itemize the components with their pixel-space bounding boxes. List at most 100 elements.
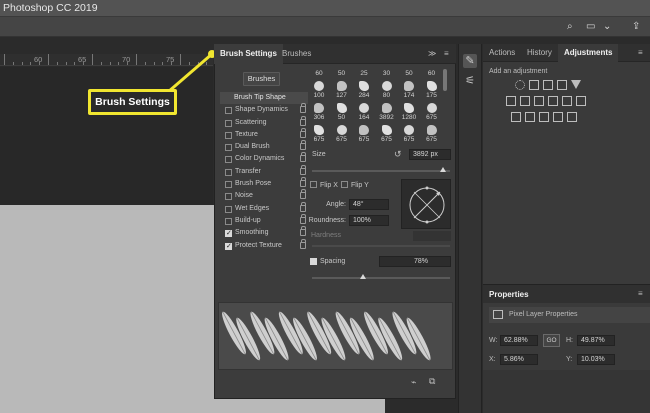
spacing-slider-track[interactable] xyxy=(312,277,450,279)
brush-tip[interactable]: 175 xyxy=(421,79,443,102)
option-checkbox[interactable] xyxy=(225,131,232,139)
brush-tip[interactable]: 3892 xyxy=(376,101,398,124)
brush-tip[interactable]: 100 xyxy=(308,79,330,102)
option-checkbox[interactable] xyxy=(225,181,232,189)
brush-tip[interactable]: 675 xyxy=(398,123,420,146)
option-checkbox[interactable] xyxy=(225,228,232,240)
lock-icon[interactable] xyxy=(300,115,306,126)
brush-grid-scrollbar[interactable] xyxy=(443,69,447,91)
angle-roundness-widget[interactable] xyxy=(401,179,451,229)
option-checkbox[interactable] xyxy=(225,168,232,176)
brush-tip[interactable]: 675 xyxy=(331,123,353,146)
angle-field[interactable]: 48° xyxy=(349,199,389,210)
option-checkbox[interactable] xyxy=(225,119,232,127)
tab-brush-settings[interactable]: Brush Settings xyxy=(214,44,283,64)
angle-dial[interactable] xyxy=(402,180,452,230)
color-balance-icon[interactable] xyxy=(520,96,530,106)
brush-tip[interactable]: 675 xyxy=(308,123,330,146)
flip-y-checkbox[interactable] xyxy=(341,181,348,188)
option-checkbox[interactable] xyxy=(225,107,232,115)
brushes-button[interactable]: Brushes xyxy=(243,72,280,86)
width-field[interactable]: 62.88% xyxy=(500,335,538,346)
flip-x-checkbox[interactable] xyxy=(310,181,317,188)
roundness-field[interactable]: 100% xyxy=(349,215,389,226)
option-checkbox[interactable] xyxy=(225,144,232,152)
reset-size-icon[interactable]: ↺ xyxy=(394,149,402,160)
tab-brushes[interactable]: Brushes xyxy=(276,44,317,64)
gradient-map-icon[interactable] xyxy=(553,112,563,122)
lock-icon[interactable] xyxy=(300,140,306,151)
option-checkbox[interactable] xyxy=(225,217,232,225)
brush-tip[interactable]: 675 xyxy=(376,123,398,146)
lock-icon[interactable] xyxy=(300,189,306,200)
spacing-field[interactable]: 78% xyxy=(379,256,451,267)
brush-option-item[interactable]: Brush Pose xyxy=(220,177,308,190)
y-field[interactable]: 10.03% xyxy=(577,354,615,365)
brush-tip[interactable]: 675 xyxy=(421,101,443,124)
lock-icon[interactable] xyxy=(300,127,306,138)
brush-toggle-icon[interactable]: ⌁ xyxy=(411,377,416,388)
brush-option-item[interactable]: Scattering xyxy=(220,115,308,129)
panel-menu-icon[interactable]: ≡ xyxy=(444,49,449,58)
curves-icon[interactable] xyxy=(543,80,553,90)
brightness-icon[interactable] xyxy=(515,80,525,90)
brush-option-item[interactable]: Color Dynamics xyxy=(220,152,308,165)
brush-tip[interactable]: 284 xyxy=(353,79,375,102)
brush-tip[interactable]: 675 xyxy=(421,123,443,146)
tab-adjustments[interactable]: Adjustments xyxy=(558,44,619,62)
option-checkbox[interactable] xyxy=(225,241,232,253)
brush-option-item[interactable]: Transfer xyxy=(220,164,308,178)
lock-icon[interactable] xyxy=(300,164,306,175)
threshold-icon[interactable] xyxy=(539,112,549,122)
link-dimensions-button[interactable]: GO xyxy=(543,334,560,347)
brush-tip[interactable]: 675 xyxy=(353,123,375,146)
brush-tip[interactable]: 1280 xyxy=(398,101,420,124)
new-brush-icon[interactable]: ⧉ xyxy=(429,376,435,387)
selective-color-icon[interactable] xyxy=(567,112,577,122)
tab-actions[interactable]: Actions xyxy=(483,44,521,62)
brush-tip[interactable]: 80 xyxy=(376,79,398,102)
flip-x-option[interactable]: Flip X xyxy=(310,181,338,189)
lock-icon[interactable] xyxy=(300,152,306,163)
adjustments-menu-icon[interactable]: ≡ xyxy=(638,48,643,57)
lock-icon[interactable] xyxy=(300,177,306,188)
option-checkbox[interactable] xyxy=(225,193,232,201)
size-field[interactable]: 3892 px xyxy=(409,149,451,160)
brush-tip[interactable]: 174 xyxy=(398,79,420,102)
brush-tip-shape-item[interactable]: Brush Tip Shape xyxy=(220,92,308,105)
lock-icon[interactable] xyxy=(300,226,306,237)
spacing-slider-thumb[interactable] xyxy=(360,274,366,279)
properties-menu-icon[interactable]: ≡ xyxy=(638,289,643,298)
lock-icon[interactable] xyxy=(300,103,306,114)
x-field[interactable]: 5.86% xyxy=(500,354,538,365)
brush-option-item[interactable]: Protect Texture xyxy=(220,238,308,253)
exposure-icon[interactable] xyxy=(557,80,567,90)
brush-option-item[interactable]: Dual Brush xyxy=(220,140,308,153)
bw-icon[interactable] xyxy=(534,96,544,106)
size-slider-thumb[interactable] xyxy=(440,167,446,172)
brush-tip[interactable]: 50 xyxy=(331,101,353,124)
tab-history[interactable]: History xyxy=(521,44,558,62)
sliders-icon[interactable]: ⚟ xyxy=(463,74,477,88)
triangle-icon[interactable] xyxy=(571,80,581,89)
size-slider-track[interactable] xyxy=(312,170,450,172)
camera-icon[interactable] xyxy=(548,96,558,106)
height-field[interactable]: 49.87% xyxy=(577,335,615,346)
invert-icon[interactable] xyxy=(511,112,521,122)
flip-y-option[interactable]: Flip Y xyxy=(341,181,369,189)
brush-option-item[interactable]: Texture xyxy=(220,127,308,141)
brush-option-item[interactable]: Smoothing xyxy=(220,226,308,240)
brush-tip[interactable]: 164 xyxy=(353,101,375,124)
brush-option-item[interactable]: Noise xyxy=(220,189,308,202)
collapse-icon[interactable]: ≫ xyxy=(428,49,436,58)
brush-option-item[interactable]: Shape Dynamics xyxy=(220,103,308,116)
spacing-checkbox[interactable] xyxy=(310,258,317,265)
balance-icon[interactable] xyxy=(506,96,516,106)
lookup-grid-icon[interactable] xyxy=(576,96,586,106)
brush-tip[interactable]: 127 xyxy=(331,79,353,102)
channel-mixer-icon[interactable] xyxy=(562,96,572,106)
option-checkbox[interactable] xyxy=(225,156,232,164)
option-checkbox[interactable] xyxy=(225,205,232,213)
levels-icon[interactable] xyxy=(529,80,539,90)
brush-settings-icon[interactable]: ✎ xyxy=(463,54,477,68)
